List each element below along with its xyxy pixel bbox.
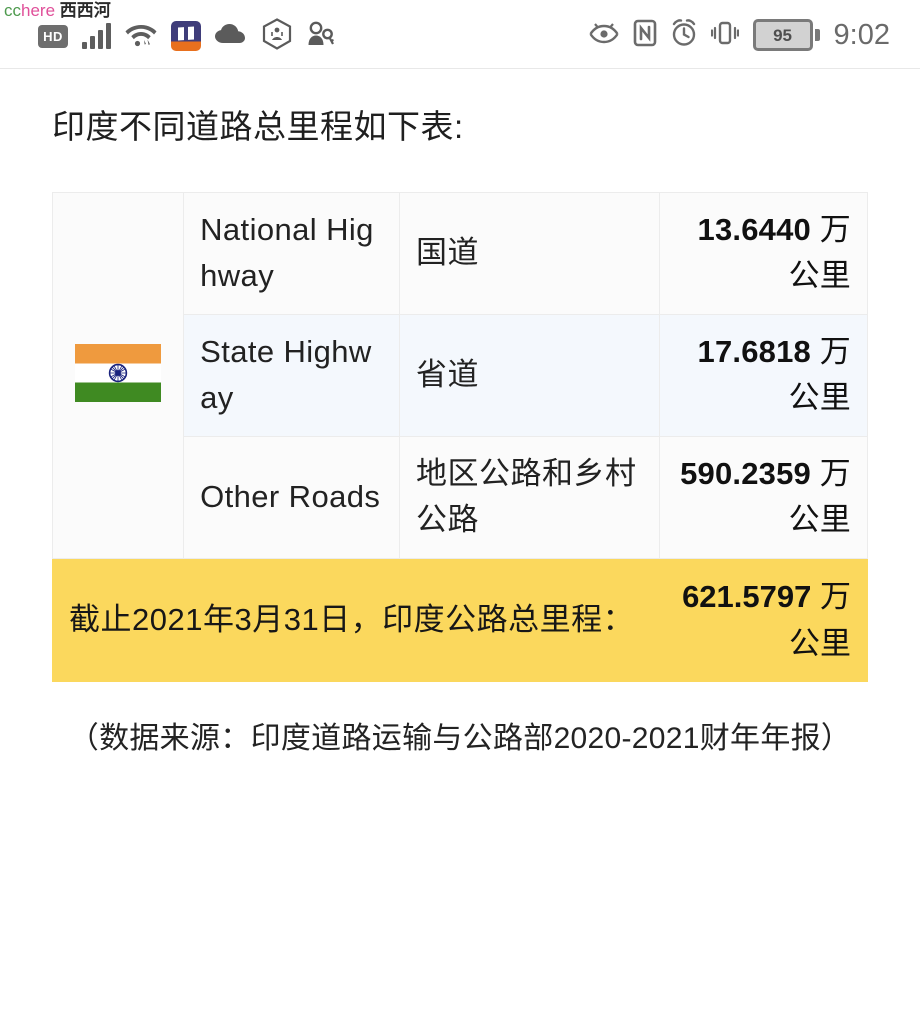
road-name-cn: 地区公路和乡村公路 — [398, 435, 661, 559]
alarm-clock-icon — [671, 18, 697, 52]
total-value-cell: 621.5797 万公里 — [659, 557, 868, 682]
eye-comfort-icon — [589, 22, 619, 49]
watermark-site: 西西河 — [59, 1, 111, 20]
cloud-icon — [215, 23, 248, 50]
ashoka-chakra-icon — [108, 363, 128, 382]
road-name-en: State Highway — [183, 313, 400, 437]
battery-tip — [814, 29, 820, 41]
key-person-icon — [306, 19, 336, 54]
table-row: National Highway 国道 13.6440 万公里 — [51, 191, 868, 559]
status-bar-right-group: 95 9:02 — [589, 14, 890, 56]
status-bar-clock: 9:02 — [833, 18, 890, 51]
watermark-cc: cc — [4, 1, 21, 20]
site-watermark: cchere 西西河 — [4, 1, 111, 21]
road-name-cn: 国道 — [398, 191, 661, 315]
road-value-number: 13.6440 — [697, 211, 811, 247]
book-app-icon — [171, 21, 201, 51]
road-value-cell: 17.6818 万公里 — [659, 313, 868, 437]
road-name-cn: 省道 — [398, 313, 661, 437]
cube-icon — [262, 17, 292, 55]
vibrate-icon — [710, 18, 739, 53]
source-note: （数据来源：印度道路运输与公路部2020-2021财年年报） — [68, 721, 852, 755]
total-value-number: 621.5797 — [682, 578, 812, 614]
battery-indicator: 95 — [752, 19, 820, 51]
india-flag-cell — [51, 191, 185, 559]
road-name-en: National Highway — [183, 191, 400, 315]
wifi-icon — [125, 21, 157, 52]
road-name-en: Other Roads — [183, 435, 400, 559]
battery-level-text: 95 — [773, 25, 792, 45]
main-content: 印度不同道路总里程如下表: National Highway 国道 13.644… — [0, 105, 920, 762]
watermark-here: here — [21, 1, 56, 20]
india-flag-icon — [75, 343, 162, 402]
status-bar: HD 95 9:02 — [0, 0, 920, 69]
nfc-icon — [633, 19, 657, 52]
table-total-row: 截止2021年3月31日，印度公路总里程： 621.5797 万公里 — [51, 557, 868, 682]
road-value-number: 590.2359 — [680, 455, 811, 491]
signal-bars-icon — [82, 23, 111, 49]
total-label: 截止2021年3月31日，印度公路总里程： — [51, 557, 661, 682]
road-value-cell: 13.6440 万公里 — [659, 191, 868, 315]
status-bar-left-group: HD — [38, 16, 336, 56]
road-value-number: 17.6818 — [697, 333, 811, 369]
road-mileage-table: National Highway 国道 13.6440 万公里 State Hi… — [51, 191, 868, 682]
road-value-cell: 590.2359 万公里 — [659, 435, 868, 559]
page-title: 印度不同道路总里程如下表: — [52, 108, 464, 145]
hd-icon: HD — [38, 24, 68, 48]
